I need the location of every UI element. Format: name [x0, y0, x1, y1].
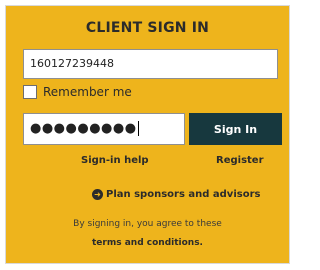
terms-disclaimer: By signing in, you agree to these — [73, 219, 222, 229]
password-input[interactable]: ●●●●●●●●● — [23, 113, 185, 145]
remember-me-row[interactable]: Remember me — [23, 84, 132, 100]
password-mask: ●●●●●●●●● — [30, 121, 137, 136]
panel-title: CLIENT SIGN IN — [85, 20, 210, 36]
plan-sponsors-link[interactable]: ➜ Plan sponsors and advisors — [92, 189, 260, 200]
sign-in-help-link[interactable]: Sign-in help — [81, 155, 149, 166]
text-caret — [137, 121, 139, 136]
sign-in-panel: CLIENT SIGN IN 160127239448 Remember me … — [5, 5, 290, 264]
terms-link[interactable]: terms and conditions. — [6, 238, 289, 248]
arrow-right-circle-icon: ➜ — [92, 189, 103, 200]
sign-in-button[interactable]: Sign In — [189, 113, 282, 145]
remember-me-label: Remember me — [43, 85, 132, 99]
username-input[interactable]: 160127239448 — [23, 49, 278, 79]
register-link[interactable]: Register — [216, 155, 264, 166]
plan-sponsors-label: Plan sponsors and advisors — [106, 189, 261, 200]
remember-me-checkbox[interactable] — [23, 85, 37, 99]
